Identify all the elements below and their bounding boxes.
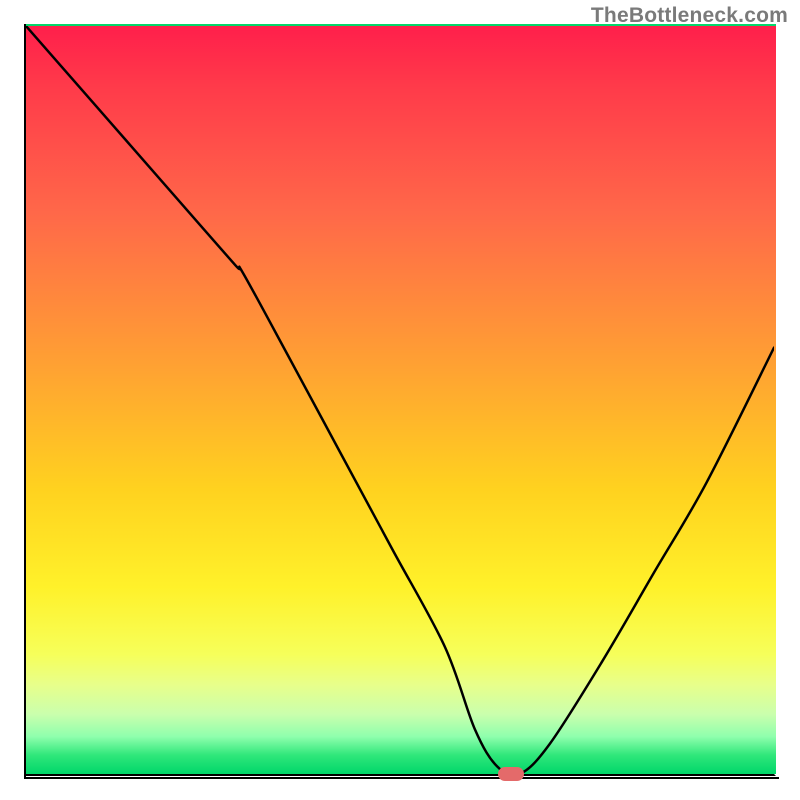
- bottleneck-curve: [26, 26, 774, 774]
- optimal-marker: [498, 767, 524, 781]
- plot-area: [24, 24, 776, 776]
- chart-container: TheBottleneck.com: [0, 0, 800, 800]
